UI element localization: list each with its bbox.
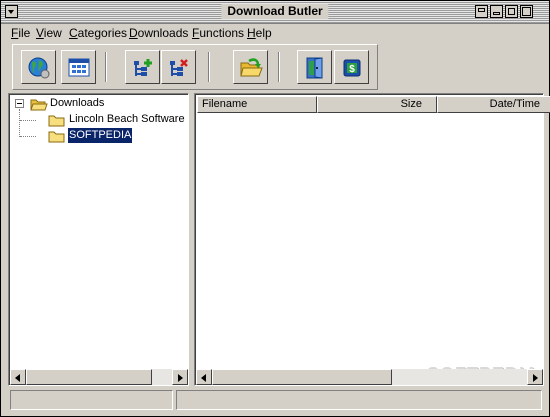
menu-categories-label: ategories [77, 26, 128, 40]
menu-help-label: elp [255, 26, 272, 40]
window-title: Download Butler [221, 4, 329, 19]
window-grid-icon [68, 58, 90, 77]
arrow-left-icon [15, 374, 20, 382]
open-folder-icon [30, 99, 48, 111]
list-horizontal-scrollbar[interactable] [196, 369, 543, 385]
menu-downloads[interactable]: Downloads [129, 26, 188, 40]
menu-file[interactable]: File [11, 26, 30, 40]
minimize-icon [493, 12, 500, 15]
menu-help[interactable]: Help [247, 26, 272, 40]
title-bar[interactable]: Download Butler [1, 1, 549, 24]
tree-node-softpedia[interactable]: SOFTPEDIA [10, 127, 186, 144]
status-panel-right [176, 390, 542, 410]
add-category-icon [134, 59, 152, 76]
toolbar-separator [208, 52, 210, 82]
add-category-button[interactable] [125, 50, 160, 84]
tree-canvas: Downloads Lincoln Beach Software SOFTPED… [9, 94, 188, 385]
menu-bar: File View Categories Downloads Functions… [1, 24, 549, 42]
collapse-toggle[interactable] [15, 99, 24, 108]
status-panel-left [10, 390, 173, 410]
restore-icon [508, 8, 515, 15]
folder-icon [48, 115, 65, 127]
minimize-button[interactable] [490, 5, 503, 18]
column-header-size[interactable]: Size [317, 96, 437, 113]
remove-category-icon [170, 59, 188, 76]
chevron-down-icon [8, 10, 14, 14]
shade-icon [478, 8, 485, 12]
maximize-button[interactable] [520, 5, 533, 18]
list-canvas: Filename Size Date/Time SOFTPEDIA [195, 94, 550, 385]
exit-door-icon [306, 57, 323, 79]
tree-node-downloads[interactable]: Downloads [10, 96, 186, 112]
column-header-label: Size [400, 98, 422, 110]
scroll-right-button[interactable] [172, 369, 188, 385]
column-header-label: Filename [202, 98, 248, 110]
toolbar-separator [278, 52, 280, 82]
scroll-right-button[interactable] [527, 369, 543, 385]
menu-functions-label: unctions [199, 26, 245, 40]
menu-help-accelerator: H [247, 26, 256, 40]
menu-downloads-label: ownloads [137, 26, 189, 40]
globe-icon [28, 57, 50, 79]
menu-functions[interactable]: Functions [192, 26, 244, 40]
column-header-label: Date/Time [489, 98, 540, 110]
register-button[interactable]: $ [334, 50, 369, 84]
money-icon: $ [343, 59, 361, 77]
tree-horizontal-scrollbar[interactable] [10, 369, 188, 385]
connect-button[interactable] [21, 50, 56, 84]
svg-text:$: $ [349, 64, 355, 75]
scroll-thumb[interactable] [212, 369, 392, 385]
tree-node-label: Downloads [50, 97, 105, 109]
shade-button[interactable] [475, 5, 488, 18]
menu-file-label: ile [18, 26, 31, 40]
download-list[interactable]: Filename Size Date/Time SOFTPEDIA [194, 93, 550, 386]
view-window-button[interactable] [61, 50, 96, 84]
arrow-left-icon [201, 374, 206, 382]
main-window: Download Butler File View Categories Dow… [0, 0, 550, 417]
column-header-datetime[interactable]: Date/Time [437, 96, 550, 113]
exit-button[interactable] [297, 50, 332, 84]
tree-node-lincoln-beach-software[interactable]: Lincoln Beach Software [10, 112, 186, 128]
open-folder-button[interactable] [233, 50, 268, 84]
toolbar: $ [12, 44, 378, 90]
toolbar-separator [105, 52, 107, 82]
scroll-thumb[interactable] [26, 369, 152, 385]
maximize-icon [522, 7, 531, 16]
menu-downloads-accelerator: D [129, 26, 138, 40]
menu-view-label: iew [43, 26, 62, 40]
tree-node-label: Lincoln Beach Software [69, 113, 185, 125]
column-header-filename[interactable]: Filename [197, 96, 317, 113]
menu-categories-accelerator: C [69, 26, 78, 40]
menu-view[interactable]: View [36, 26, 62, 40]
category-tree[interactable]: Downloads Lincoln Beach Software SOFTPED… [8, 93, 189, 386]
menu-categories[interactable]: Categories [69, 26, 127, 40]
arrow-right-icon [533, 374, 538, 382]
arrow-right-icon [178, 374, 183, 382]
system-menu-button[interactable] [5, 5, 18, 18]
remove-category-button[interactable] [161, 50, 196, 84]
scroll-left-button[interactable] [196, 369, 212, 385]
scroll-left-button[interactable] [10, 369, 26, 385]
menu-view-accelerator: V [36, 26, 44, 40]
tree-node-label: SOFTPEDIA [66, 127, 134, 144]
open-folder-icon [240, 58, 263, 77]
restore-button[interactable] [505, 5, 518, 18]
folder-icon [48, 131, 65, 143]
